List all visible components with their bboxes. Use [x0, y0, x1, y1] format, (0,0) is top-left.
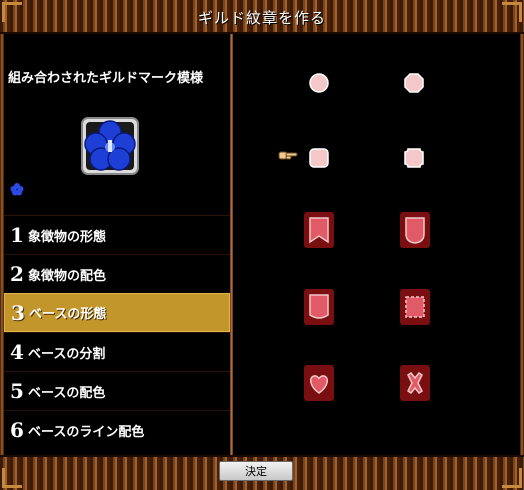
menu-item-label: ベースの分割 [28, 346, 106, 362]
scalloped-square-shape-icon[interactable] [400, 289, 430, 325]
menu-item-base-color[interactable]: 5 ベースの配色 [4, 371, 230, 410]
cross-x-shape-icon[interactable] [400, 365, 430, 401]
menu-item-number: 1 [10, 223, 24, 247]
menu-item-label: ベースの形態 [29, 307, 107, 322]
menu-item-number: 4 [10, 340, 24, 364]
menu-item-number: 2 [10, 262, 24, 286]
menu-item-symbol-color[interactable]: 2 象徴物の配色 [4, 254, 230, 293]
menu-item-base-division[interactable]: 4 ベースの分割 [4, 332, 230, 371]
heart-shape-icon[interactable] [304, 365, 334, 401]
emblem-preview-large [78, 114, 142, 178]
octagon-shape-icon[interactable] [403, 72, 425, 94]
base-shape-options-panel [233, 34, 520, 455]
emblem-preview-small [10, 181, 24, 196]
left-panel: 組み合わされたギルドマーク模様 1 象徴物の形態 2 象徴物の配色 3 ベースの… [4, 34, 230, 455]
menu-item-base-shape[interactable]: 3 ベースの形態 [4, 293, 230, 332]
pennant-shape-icon[interactable] [304, 289, 334, 325]
emblem-step-menu: 1 象徴物の形態 2 象徴物の配色 3 ベースの形態 4 ベースの分割 5 ベー… [4, 215, 230, 449]
frame-corner-ornament [2, 468, 22, 488]
frame-corner-ornament [502, 468, 522, 488]
right-frame-border [520, 34, 524, 455]
menu-item-label: 象徴物の形態 [28, 229, 107, 245]
menu-item-number: 6 [10, 418, 24, 442]
combined-emblem-label: 組み合わされたギルドマーク模様 [8, 71, 204, 86]
menu-item-base-line-color[interactable]: 6 ベースのライン配色 [4, 410, 230, 449]
rounded-square-shape-icon[interactable] [308, 147, 330, 169]
confirm-button[interactable]: 決定 [219, 461, 293, 481]
pointing-hand-icon [278, 147, 298, 161]
menu-item-number: 3 [11, 300, 25, 325]
circle-shape-icon[interactable] [308, 72, 330, 94]
notched-square-shape-icon[interactable] [403, 147, 425, 169]
menu-item-symbol-shape[interactable]: 1 象徴物の形態 [4, 215, 230, 254]
menu-item-label: ベースのライン配色 [28, 424, 145, 440]
menu-item-number: 5 [10, 379, 24, 403]
banner-notch-shape-icon[interactable] [304, 212, 334, 248]
window-title: ギルド紋章を作る [197, 8, 326, 27]
shield-shape-icon[interactable] [400, 212, 430, 248]
menu-item-label: ベースの配色 [28, 385, 106, 401]
menu-item-label: 象徴物の配色 [28, 268, 107, 284]
